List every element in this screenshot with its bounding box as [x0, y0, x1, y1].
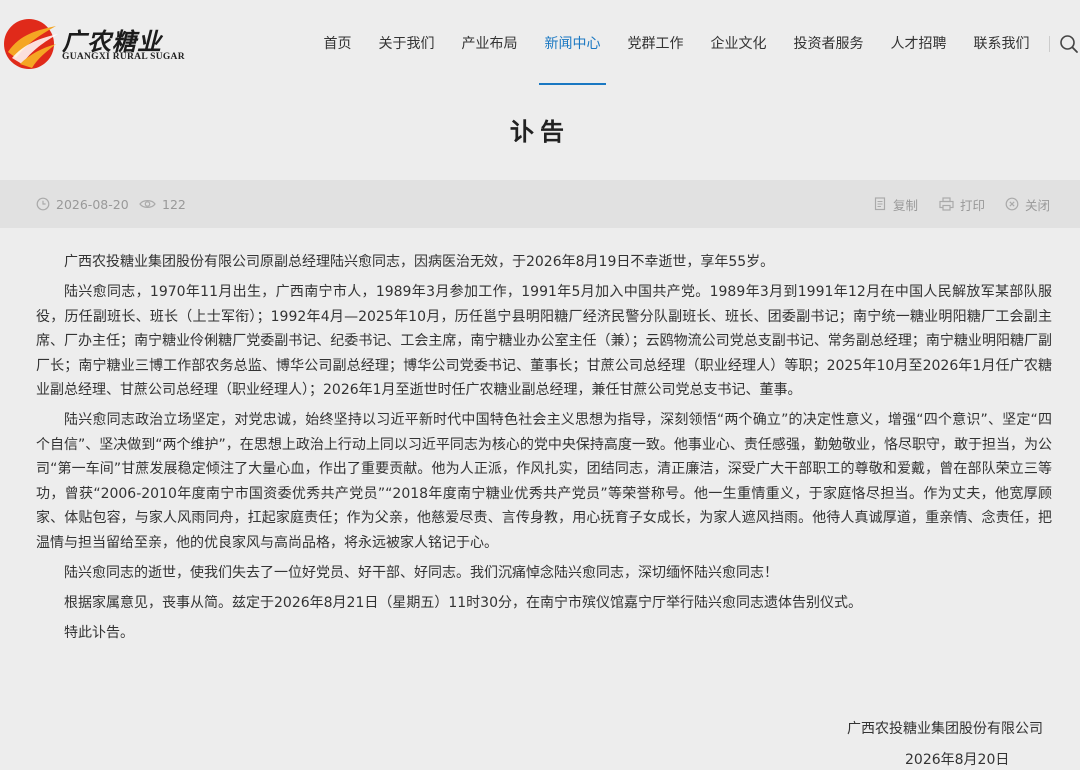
publish-date-text: 2026-08-20: [56, 196, 129, 212]
nav-item-culture[interactable]: 企业文化: [697, 0, 780, 88]
eye-icon: [139, 200, 156, 208]
article-paragraph: 陆兴愈同志政治立场坚定，对党忠诚，始终坚持以习近平新时代中国特色社会主义思想为指…: [36, 412, 1052, 551]
print-button[interactable]: 打印: [939, 180, 985, 228]
nav-item-party[interactable]: 党群工作: [614, 0, 697, 88]
close-label: 关闭: [1025, 197, 1051, 213]
site-logo[interactable]: 广农糖业 GUANGXI RURAL SUGAR: [2, 14, 185, 74]
copy-label: 复制: [893, 197, 919, 213]
clock-icon: [36, 197, 50, 211]
nav-item-contact[interactable]: 联系我们: [960, 0, 1043, 88]
view-count-text: 122: [162, 196, 186, 212]
article-meta-bar: 2026-08-20 122 复制 打印 关闭: [0, 180, 1080, 228]
logo-emblem-icon: [4, 19, 58, 69]
print-label: 打印: [960, 197, 986, 213]
nav-divider: [1049, 36, 1050, 52]
signature-company: 广西农投糖业集团股份有限公司: [847, 721, 1043, 737]
article-paragraph: 广西农投糖业集团股份有限公司原副总经理陆兴愈同志，因病医治无效，于2026年8月…: [64, 254, 775, 270]
article-paragraph: 陆兴愈同志的逝世，使我们失去了一位好党员、好干部、好同志。我们沉痛悼念陆兴愈同志…: [64, 564, 778, 581]
signature-date: 2026年8月20日: [905, 752, 1010, 768]
view-count: 122: [139, 180, 186, 228]
close-icon: [1005, 197, 1019, 211]
nav-item-home[interactable]: 首页: [310, 0, 365, 88]
copy-button[interactable]: 复制: [874, 180, 918, 228]
nav-item-careers[interactable]: 人才招聘: [877, 0, 960, 88]
logo-text-en: GUANGXI RURAL SUGAR: [62, 52, 185, 62]
article-paragraph: 特此讣告。: [64, 624, 134, 641]
site-header: 广农糖业 GUANGXI RURAL SUGAR 首页 关于我们 产业布局 新闻…: [0, 0, 1080, 88]
copy-icon: [874, 197, 886, 211]
nav-item-about[interactable]: 关于我们: [365, 0, 448, 88]
nav-item-news[interactable]: 新闻中心: [531, 0, 614, 88]
printer-icon: [939, 197, 954, 211]
article-body: 广西农投糖业集团股份有限公司原副总经理陆兴愈同志，因病医治无效，于2026年8月…: [36, 250, 1052, 651]
page-title: 讣告: [510, 118, 570, 146]
nav-item-investors[interactable]: 投资者服务: [780, 0, 877, 88]
article-paragraph: 陆兴愈同志，1970年11月出生，广西南宁市人，1989年3月参加工作，1991…: [36, 284, 1052, 398]
main-nav: 首页 关于我们 产业布局 新闻中心 党群工作 企业文化 投资者服务 人才招聘 联…: [310, 0, 1043, 88]
close-button[interactable]: 关闭: [1005, 180, 1050, 228]
publish-date: 2026-08-20: [36, 180, 129, 228]
article-paragraph: 根据家属意见，丧事从简。兹定于2026年8月21日（星期五）11时30分，在南宁…: [64, 594, 862, 611]
search-icon[interactable]: [1058, 33, 1080, 55]
nav-item-industry[interactable]: 产业布局: [448, 0, 531, 88]
